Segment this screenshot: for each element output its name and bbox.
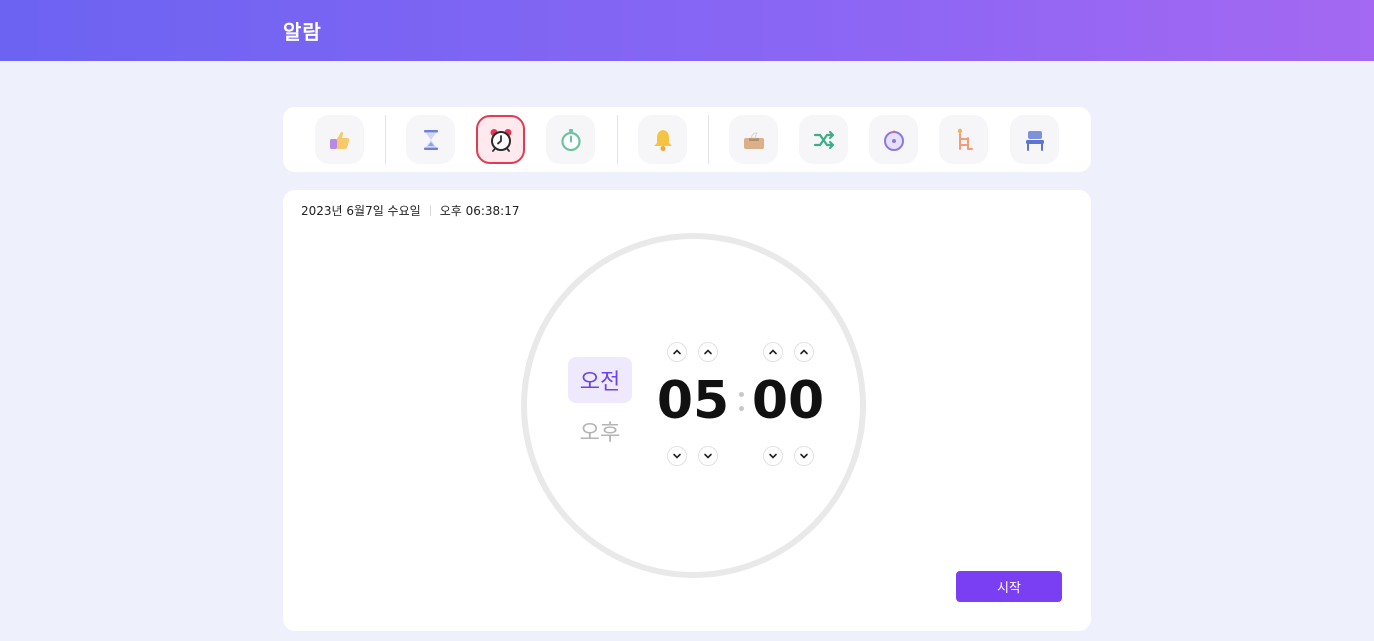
ladder-icon — [957, 128, 973, 150]
tool-roulette[interactable] — [869, 115, 918, 164]
hour-display: 05 — [656, 371, 730, 431]
minute-display: 00 — [751, 371, 825, 431]
compass-clock-icon — [883, 129, 904, 151]
chevron-down-icon — [769, 453, 777, 459]
chevron-down-icon — [704, 453, 712, 459]
chevron-down-icon — [673, 453, 681, 459]
tool-tissue[interactable] — [729, 115, 778, 164]
tool-alarm[interactable] — [476, 115, 525, 164]
chevron-up-icon — [704, 349, 712, 355]
tool-ladder[interactable] — [939, 115, 988, 164]
toolbar-divider — [617, 115, 618, 164]
chevron-down-icon — [800, 453, 808, 459]
app-header: 알람 — [0, 0, 1374, 61]
bell-icon — [653, 129, 672, 151]
chevron-up-icon — [673, 349, 681, 355]
minute-tens-up-button[interactable] — [763, 342, 783, 362]
toolbar-divider — [708, 115, 709, 164]
current-date: 2023년 6월7일 수요일 — [301, 204, 421, 218]
minute-ones-up-button[interactable] — [794, 342, 814, 362]
tool-shuffle[interactable] — [799, 115, 848, 164]
alarm-card: 2023년 6월7일 수요일 오후 06:38:17 오전 오후 05 00 시… — [283, 190, 1091, 631]
chevron-up-icon — [769, 349, 777, 355]
start-button[interactable]: 시작 — [956, 571, 1062, 602]
hourglass-icon — [423, 129, 438, 150]
toolbar-divider — [385, 115, 386, 164]
page-title: 알람 — [283, 20, 322, 44]
stopwatch-icon — [560, 128, 581, 151]
minute-tens-down-button[interactable] — [763, 446, 783, 466]
alarm-clock-icon — [490, 128, 511, 152]
datetime-divider — [429, 205, 431, 216]
tool-bar — [283, 107, 1091, 172]
tissue-box-icon — [743, 131, 764, 149]
hour-ones-up-button[interactable] — [698, 342, 718, 362]
shuffle-icon — [813, 130, 834, 149]
minute-ones-down-button[interactable] — [794, 446, 814, 466]
hour-ones-down-button[interactable] — [698, 446, 718, 466]
current-datetime: 2023년 6월7일 수요일 오후 06:38:17 — [301, 202, 519, 219]
hour-tens-up-button[interactable] — [667, 342, 687, 362]
chevron-up-icon — [800, 349, 808, 355]
hour-tens-down-button[interactable] — [667, 446, 687, 466]
pm-option[interactable]: 오후 — [568, 408, 632, 454]
tool-timer[interactable] — [406, 115, 455, 164]
tool-seat[interactable] — [1010, 115, 1059, 164]
am-option[interactable]: 오전 — [568, 357, 632, 403]
thumbs-up-icon — [329, 131, 349, 149]
current-time: 오후 06:38:17 — [439, 204, 520, 218]
tool-stopwatch[interactable] — [546, 115, 595, 164]
tool-thumbs-up[interactable] — [315, 115, 364, 164]
time-colon — [737, 386, 745, 416]
chair-icon — [1025, 130, 1044, 151]
tool-bell[interactable] — [638, 115, 687, 164]
